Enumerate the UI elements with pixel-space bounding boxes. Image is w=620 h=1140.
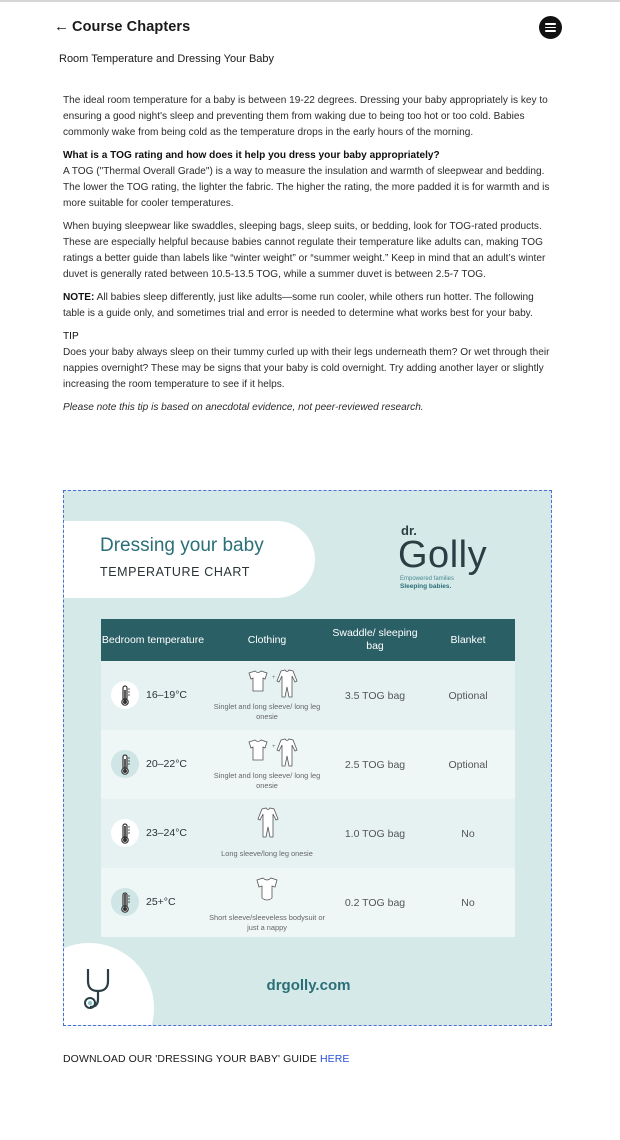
chart-title: Dressing your baby xyxy=(100,535,264,556)
note-text: All babies sleep differently, just like … xyxy=(63,292,534,319)
clothing-label: Long sleeve/long leg onesie xyxy=(221,849,313,858)
dr-golly-logo: dr. Golly Empowered families Sleeping ba… xyxy=(398,523,488,590)
table-row: 20–22°C + Singlet and long sleeve/ long … xyxy=(101,730,515,799)
intro-paragraph: The ideal room temperature for a baby is… xyxy=(63,95,548,138)
chart-table-header: Bedroom temperature Clothing Swaddle/ sl… xyxy=(101,619,515,661)
thermometer-icon xyxy=(111,888,139,916)
download-text: DOWNLOAD OUR 'DRESSING YOUR BABY' GUIDE xyxy=(63,1053,320,1065)
download-here-link[interactable]: HERE xyxy=(320,1053,350,1065)
chart-subtitle: TEMPERATURE CHART xyxy=(100,565,251,579)
sleeping-bag-value: 3.5 TOG bag xyxy=(344,689,406,702)
sleeping-bag-value: 0.2 TOG bag xyxy=(344,896,406,909)
temperature-chart-image: Dressing your baby TEMPERATURE CHART dr.… xyxy=(63,490,552,1026)
page-header: ← Course Chapters xyxy=(0,0,620,58)
menu-button[interactable] xyxy=(539,16,562,39)
disclaimer-text: Please note this tip is based on anecdot… xyxy=(63,402,424,413)
clothing-label: Singlet and long sleeve/ long leg onesie xyxy=(213,702,321,721)
sleeping-bag-value: 1.0 TOG bag xyxy=(344,827,406,840)
chart-title-pill: Dressing your baby TEMPERATURE CHART xyxy=(64,521,315,598)
thermometer-icon xyxy=(111,750,139,778)
tip-paragraph: Does your baby always sleep on their tum… xyxy=(63,347,550,390)
arrow-left-icon: ← xyxy=(54,18,69,35)
blanket-value: No xyxy=(461,827,475,840)
blanket-value: No xyxy=(461,896,475,909)
note-paragraph: NOTE: All babies sleep differently, just… xyxy=(63,290,551,322)
col-blanket: Blanket xyxy=(450,633,486,646)
singlet-and-onesie-icon: + xyxy=(248,738,298,767)
temperature-label: 20–22°C xyxy=(146,758,187,770)
table-row: 16–19°C + Singlet and long sleeve/ long … xyxy=(101,661,515,730)
onesie-icon xyxy=(257,807,279,838)
tog-heading: What is a TOG rating and how does it hel… xyxy=(63,150,440,161)
sleeping-bag-value: 2.5 TOG bag xyxy=(344,758,406,771)
back-to-chapters-link[interactable]: ← Course Chapters xyxy=(54,18,190,36)
website-url: drgolly.com xyxy=(266,977,351,994)
tip-heading: TIP xyxy=(63,331,79,342)
article-body: The ideal room temperature for a baby is… xyxy=(63,93,551,423)
col-sleeping-bag: Swaddle/ sleeping bag xyxy=(332,627,418,652)
download-guide-line: DOWNLOAD OUR 'DRESSING YOUR BABY' GUIDE … xyxy=(63,1053,350,1065)
svg-text:+: + xyxy=(272,675,276,681)
bodysuit-icon xyxy=(256,877,278,901)
table-row: 25+°C Short sleeve/sleeveless bodysuit o… xyxy=(101,868,515,937)
col-clothing: Clothing xyxy=(247,633,287,646)
thermometer-icon xyxy=(111,819,139,847)
blanket-value: Optional xyxy=(448,758,488,771)
note-label: NOTE: xyxy=(63,292,95,303)
temperature-label: 25+°C xyxy=(146,896,176,908)
clothing-label: Short sleeve/sleeveless bodysuit or just… xyxy=(209,913,325,932)
lesson-title: Room Temperature and Dressing Your Baby xyxy=(59,53,275,65)
svg-text:+: + xyxy=(272,744,276,750)
temperature-label: 23–24°C xyxy=(146,827,187,839)
clothing-label: Singlet and long sleeve/ long leg onesie xyxy=(213,771,321,790)
singlet-and-onesie-icon: + xyxy=(248,669,298,698)
blanket-value: Optional xyxy=(448,689,488,702)
thermometer-icon xyxy=(111,681,139,709)
menu-icon xyxy=(545,23,556,25)
col-bedroom-temperature: Bedroom temperature xyxy=(101,633,205,646)
table-row: 23–24°C Long sleeve/long leg onesie 1.0 … xyxy=(101,799,515,868)
tog-paragraph: A TOG ("Thermal Overall Grade") is a way… xyxy=(63,166,550,209)
temperature-label: 16–19°C xyxy=(146,689,187,701)
buying-paragraph: When buying sleepwear like swaddles, sle… xyxy=(63,221,546,280)
back-link-label: Course Chapters xyxy=(72,19,191,35)
